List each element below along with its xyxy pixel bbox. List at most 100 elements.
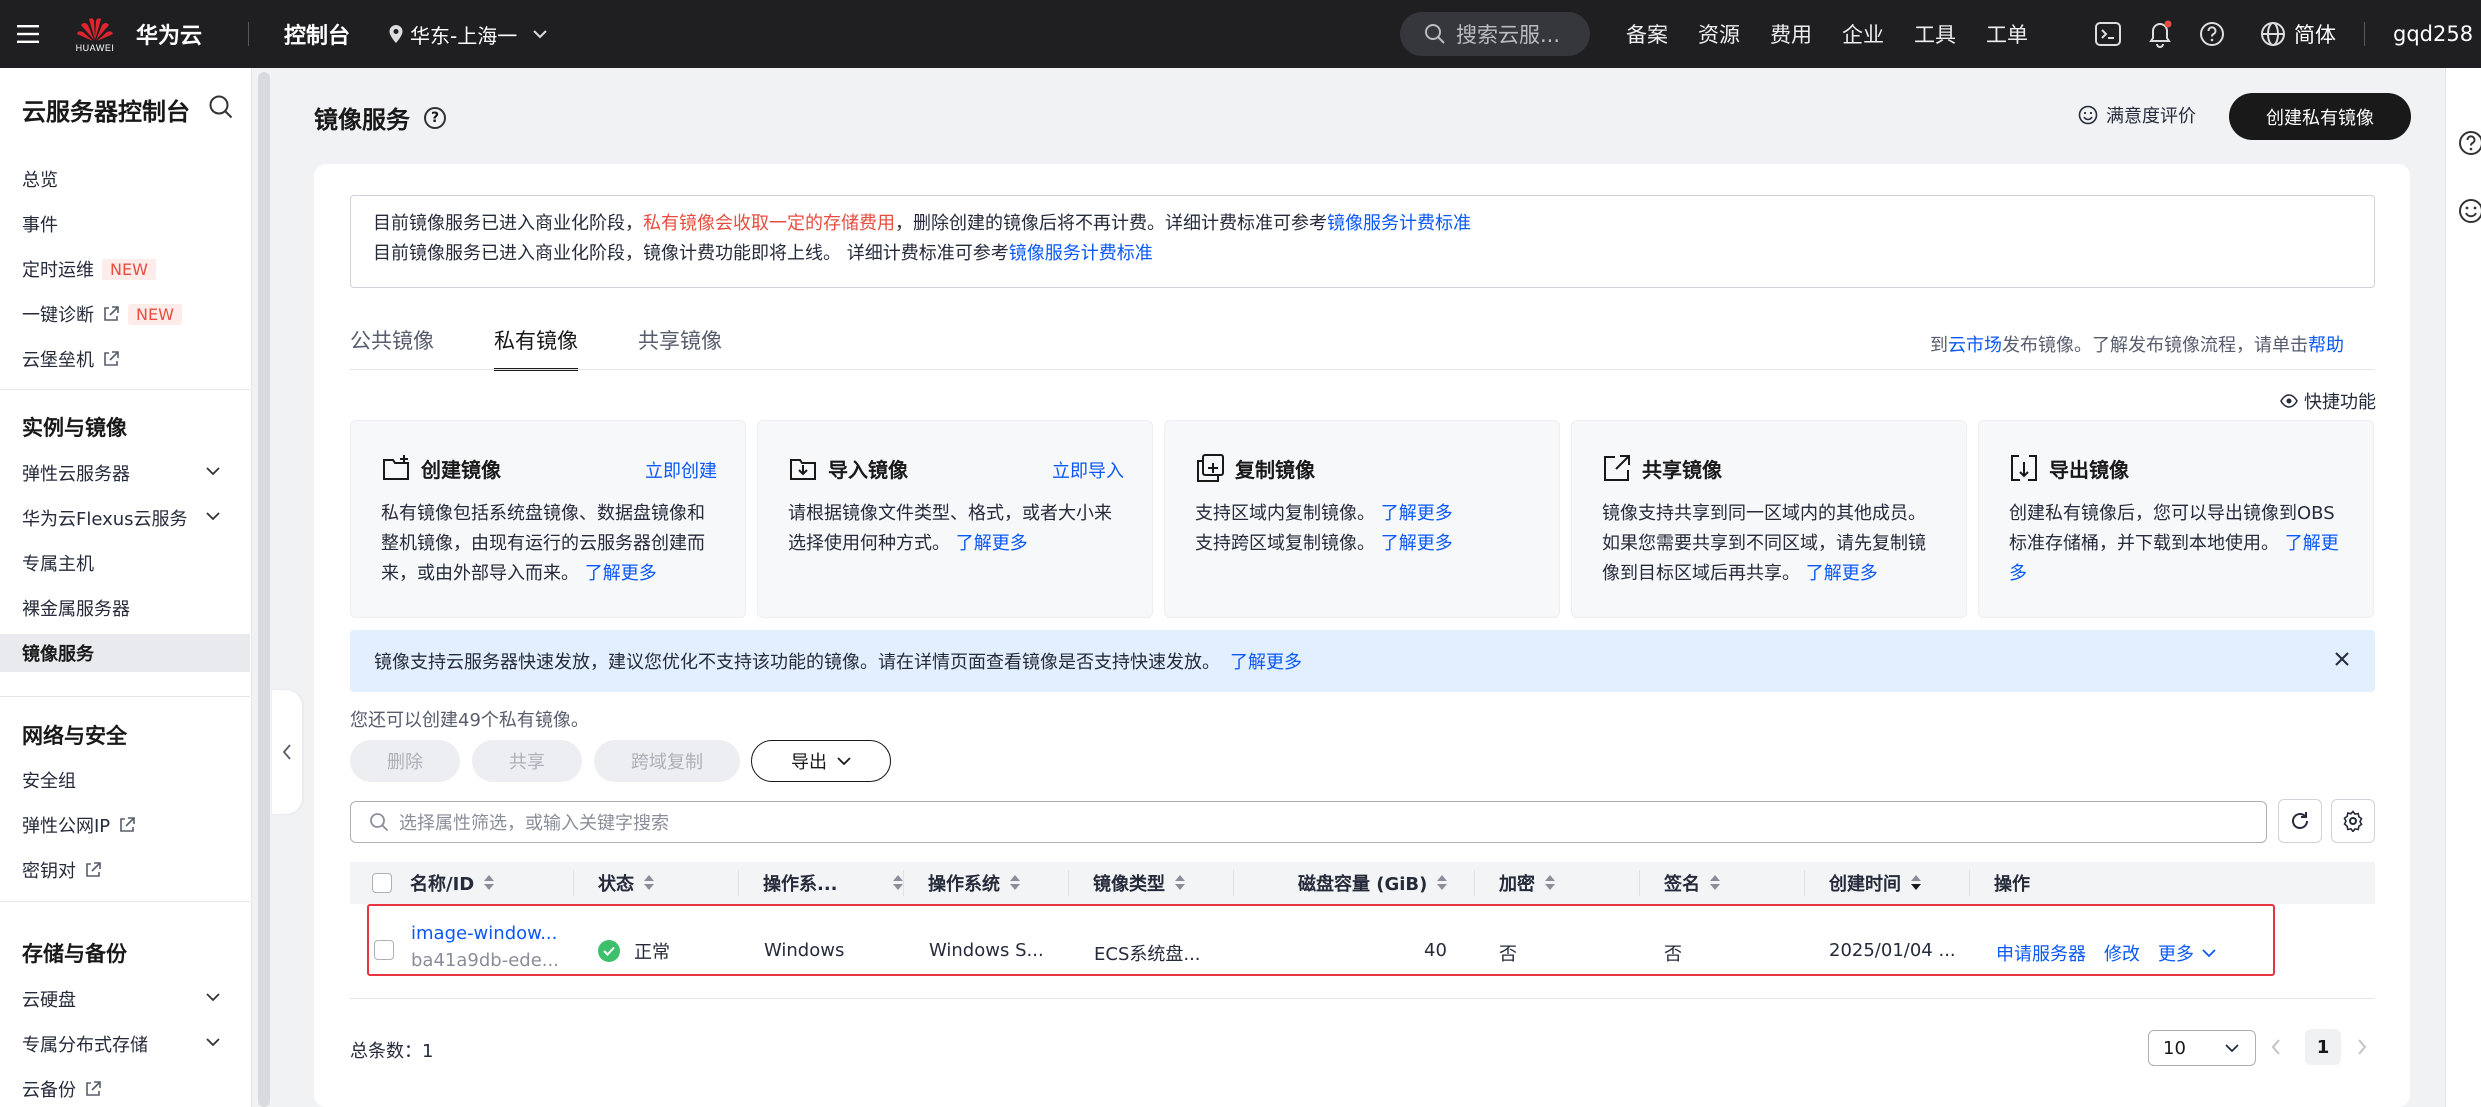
filter-search-input[interactable]: 选择属性筛选，或输入关键字搜索 xyxy=(350,801,2267,843)
user-account[interactable]: gqd258 xyxy=(2393,0,2473,68)
sidebar-item-dss[interactable]: 专属分布式存储 xyxy=(22,1031,148,1057)
huawei-logo[interactable]: HUAWEI 华为云 xyxy=(70,0,202,68)
sidebar-collapse-button[interactable] xyxy=(272,690,302,814)
sort-icon[interactable] xyxy=(1437,875,1448,891)
notification-bell-icon[interactable] xyxy=(2147,20,2173,48)
sidebar-item-overview[interactable]: 总览 xyxy=(22,166,58,192)
help-icon[interactable] xyxy=(2458,130,2481,156)
sort-icon[interactable] xyxy=(893,875,903,891)
page-number[interactable]: 1 xyxy=(2305,1029,2341,1065)
share-button[interactable]: 共享 xyxy=(472,740,582,782)
tab-public-images[interactable]: 公共镜像 xyxy=(350,325,434,369)
column-header-disk[interactable]: 磁盘容量 (GiB) xyxy=(1298,862,1448,904)
global-search[interactable]: 搜索云服... xyxy=(1400,12,1590,56)
sidebar-item-dedicated-host[interactable]: 专属主机 xyxy=(22,550,94,576)
billing-standard-link[interactable]: 镜像服务计费标准 xyxy=(1327,213,1471,234)
help-icon[interactable] xyxy=(2199,21,2225,47)
create-private-image-button[interactable]: 创建私有镜像 xyxy=(2229,93,2411,140)
sidebar-scrollbar[interactable] xyxy=(258,72,270,1107)
column-header-image-type[interactable]: 镜像类型 xyxy=(1093,862,1185,904)
sidebar-item-ecs[interactable]: 弹性云服务器 xyxy=(22,460,130,486)
console-link[interactable]: 控制台 xyxy=(284,0,350,68)
chevron-down-icon[interactable] xyxy=(205,1037,221,1047)
feedback-smile-icon[interactable] xyxy=(2458,198,2481,224)
nav-tickets[interactable]: 工单 xyxy=(1986,19,2028,49)
modify-link[interactable]: 修改 xyxy=(2104,940,2140,966)
tab-shared-images[interactable]: 共享镜像 xyxy=(638,325,722,369)
nav-billing[interactable]: 费用 xyxy=(1770,19,1812,49)
learn-more-link[interactable]: 了解更多 xyxy=(1381,503,1453,524)
cross-region-copy-button[interactable]: 跨域复制 xyxy=(594,740,740,782)
create-now-link[interactable]: 立即创建 xyxy=(645,457,717,483)
tab-private-images[interactable]: 私有镜像 xyxy=(494,325,578,371)
sidebar-item-cbr[interactable]: 云备份 xyxy=(22,1076,102,1102)
sidebar-item-diagnosis[interactable]: 一键诊断 NEW xyxy=(22,301,182,327)
sidebar-item-eip[interactable]: 弹性公网IP xyxy=(22,812,136,838)
sidebar-item-keypair[interactable]: 密钥对 xyxy=(22,857,102,883)
apply-server-link[interactable]: 申请服务器 xyxy=(1996,940,2086,966)
column-header-signed[interactable]: 签名 xyxy=(1664,862,1720,904)
delete-button[interactable]: 删除 xyxy=(350,740,460,782)
learn-more-link[interactable]: 了解更多 xyxy=(585,563,657,584)
sidebar-item-bms[interactable]: 裸金属服务器 xyxy=(22,595,130,621)
sidebar-item-bastion[interactable]: 云堡垒机 xyxy=(22,346,120,372)
nav-resources[interactable]: 资源 xyxy=(1698,19,1740,49)
column-header-os-type[interactable]: 操作系... xyxy=(763,862,903,904)
sidebar-item-flexus[interactable]: 华为云Flexus云服务 xyxy=(22,505,188,531)
learn-more-link[interactable]: 了解更多 xyxy=(956,533,1028,554)
import-now-link[interactable]: 立即导入 xyxy=(1052,457,1124,483)
chevron-right-icon[interactable] xyxy=(2356,1038,2368,1056)
page-help-icon[interactable]: ? xyxy=(424,106,446,129)
right-rail xyxy=(2445,68,2481,1107)
page-size-select[interactable]: 10 xyxy=(2148,1030,2256,1066)
sidebar-item-label: 事件 xyxy=(22,215,58,236)
cloud-shell-icon[interactable] xyxy=(2095,22,2121,46)
column-header-encrypted[interactable]: 加密 xyxy=(1499,862,1555,904)
sidebar-search-icon[interactable] xyxy=(208,94,234,124)
image-name-link[interactable]: image-window... xyxy=(411,923,559,944)
billing-standard-link[interactable]: 镜像服务计费标准 xyxy=(1009,243,1153,264)
learn-more-link[interactable]: 了解更多 xyxy=(1381,533,1453,554)
nav-tools[interactable]: 工具 xyxy=(1914,19,1956,49)
sort-icon[interactable] xyxy=(1175,875,1185,891)
column-header-name[interactable]: 名称/ID xyxy=(410,862,495,904)
sidebar-item-scheduled-ops[interactable]: 定时运维 NEW xyxy=(22,256,156,282)
sidebar-item-security-group[interactable]: 安全组 xyxy=(22,767,76,793)
language-selector[interactable]: 简体 xyxy=(2260,0,2336,68)
table-settings-button[interactable] xyxy=(2331,799,2375,843)
chevron-left-icon[interactable] xyxy=(2270,1038,2282,1056)
sidebar-item-image-service[interactable]: 镜像服务 xyxy=(0,634,250,672)
refresh-button[interactable] xyxy=(2278,799,2322,843)
quick-functions-toggle[interactable]: 快捷功能 xyxy=(2280,388,2376,414)
chevron-down-icon[interactable] xyxy=(205,466,221,476)
sort-icon[interactable] xyxy=(1710,875,1720,891)
column-header-status[interactable]: 状态 xyxy=(598,862,654,904)
sort-desc-icon[interactable] xyxy=(1911,875,1921,891)
sort-icon[interactable] xyxy=(484,875,495,891)
nav-beian[interactable]: 备案 xyxy=(1626,19,1668,49)
sidebar-item-events[interactable]: 事件 xyxy=(22,211,58,237)
select-all-checkbox[interactable] xyxy=(372,873,392,893)
sidebar-item-evs[interactable]: 云硬盘 xyxy=(22,986,76,1012)
export-button[interactable]: 导出 xyxy=(751,740,891,782)
chevron-down-icon[interactable] xyxy=(205,992,221,1002)
nav-enterprise[interactable]: 企业 xyxy=(1842,19,1884,49)
menu-icon[interactable] xyxy=(8,0,48,68)
learn-more-link[interactable]: 了解更多 xyxy=(1806,563,1878,584)
sort-icon[interactable] xyxy=(1545,875,1555,891)
more-dropdown[interactable]: 更多 xyxy=(2158,940,2216,966)
learn-more-link[interactable]: 了解更多 xyxy=(1230,648,1302,674)
filter-placeholder: 选择属性筛选，或输入关键字搜索 xyxy=(399,813,669,834)
marketplace-link[interactable]: 云市场 xyxy=(1948,335,2002,356)
close-icon[interactable] xyxy=(2331,648,2353,670)
location-pin-icon xyxy=(389,25,403,43)
chevron-down-icon[interactable] xyxy=(205,511,221,521)
column-header-os[interactable]: 操作系统 xyxy=(928,862,1020,904)
row-checkbox[interactable] xyxy=(374,940,394,960)
satisfaction-link[interactable]: 满意度评价 xyxy=(2078,102,2196,128)
help-link[interactable]: 帮助 xyxy=(2308,335,2344,356)
region-selector[interactable]: 华东-上海一 xyxy=(388,0,547,68)
sort-icon[interactable] xyxy=(644,875,654,891)
sort-icon[interactable] xyxy=(1010,875,1020,891)
column-header-created[interactable]: 创建时间 xyxy=(1829,862,1921,904)
